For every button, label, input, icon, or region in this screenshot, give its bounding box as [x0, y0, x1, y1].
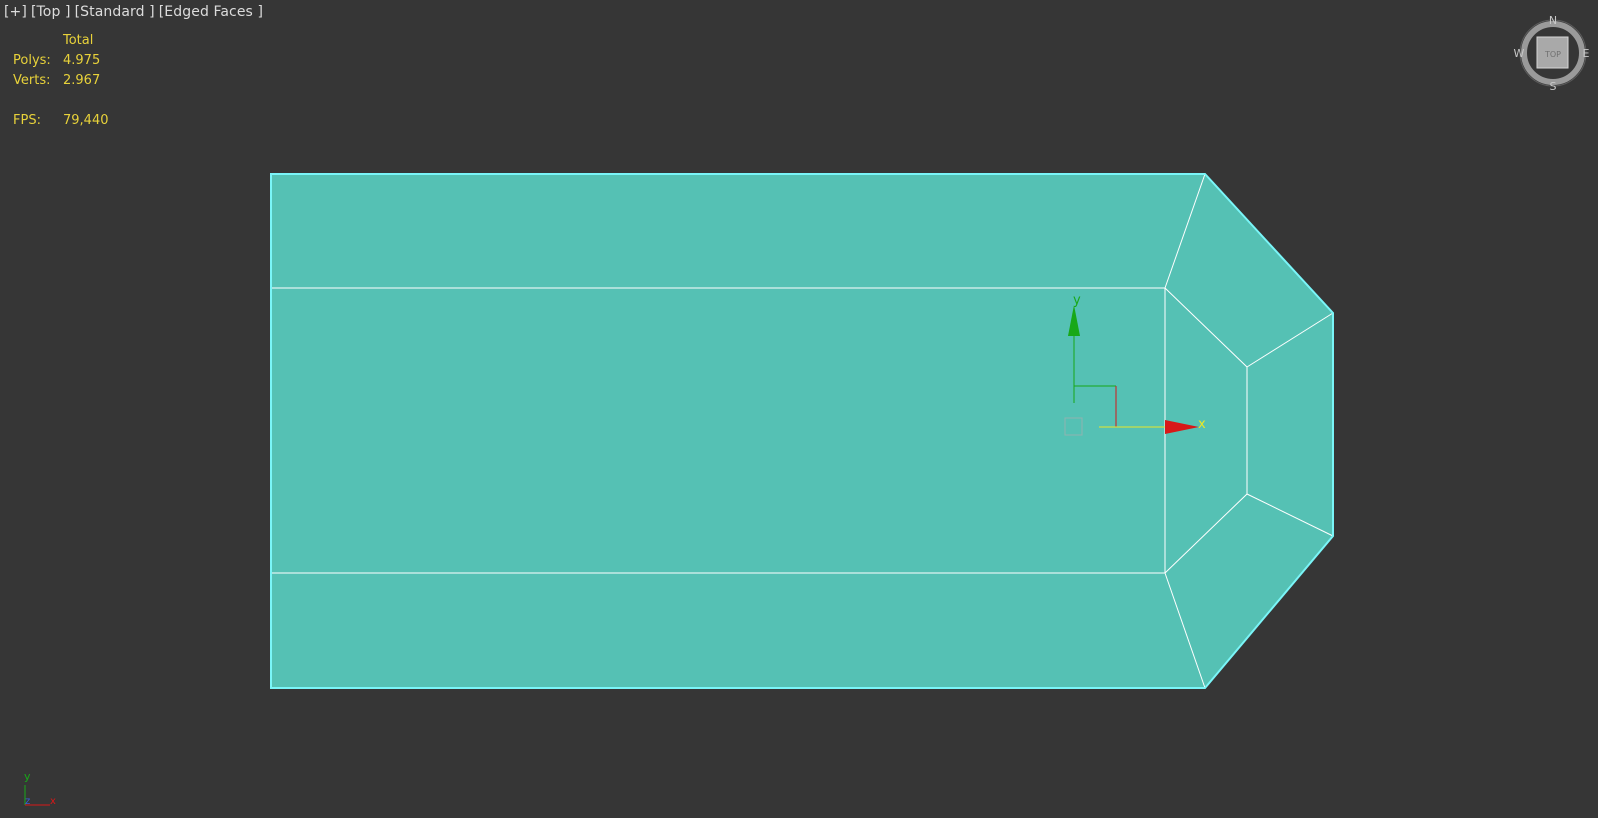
- viewport-canvas[interactable]: y x TOP N S E W y x z: [0, 0, 1598, 818]
- compass-east[interactable]: E: [1583, 47, 1590, 60]
- viewcube[interactable]: TOP N S E W: [1514, 14, 1590, 93]
- world-axis-x-label: x: [50, 796, 56, 807]
- viewcube-face-label: TOP: [1544, 50, 1561, 59]
- compass-west[interactable]: W: [1514, 47, 1525, 60]
- world-axis-z-label: z: [25, 796, 30, 807]
- gizmo-y-label: y: [1073, 293, 1081, 308]
- world-axis-tripod: y x z: [24, 770, 56, 807]
- compass-north[interactable]: N: [1549, 14, 1557, 27]
- compass-south[interactable]: S: [1550, 80, 1557, 93]
- gizmo-x-label: x: [1198, 417, 1206, 432]
- world-axis-y-label: y: [24, 770, 31, 783]
